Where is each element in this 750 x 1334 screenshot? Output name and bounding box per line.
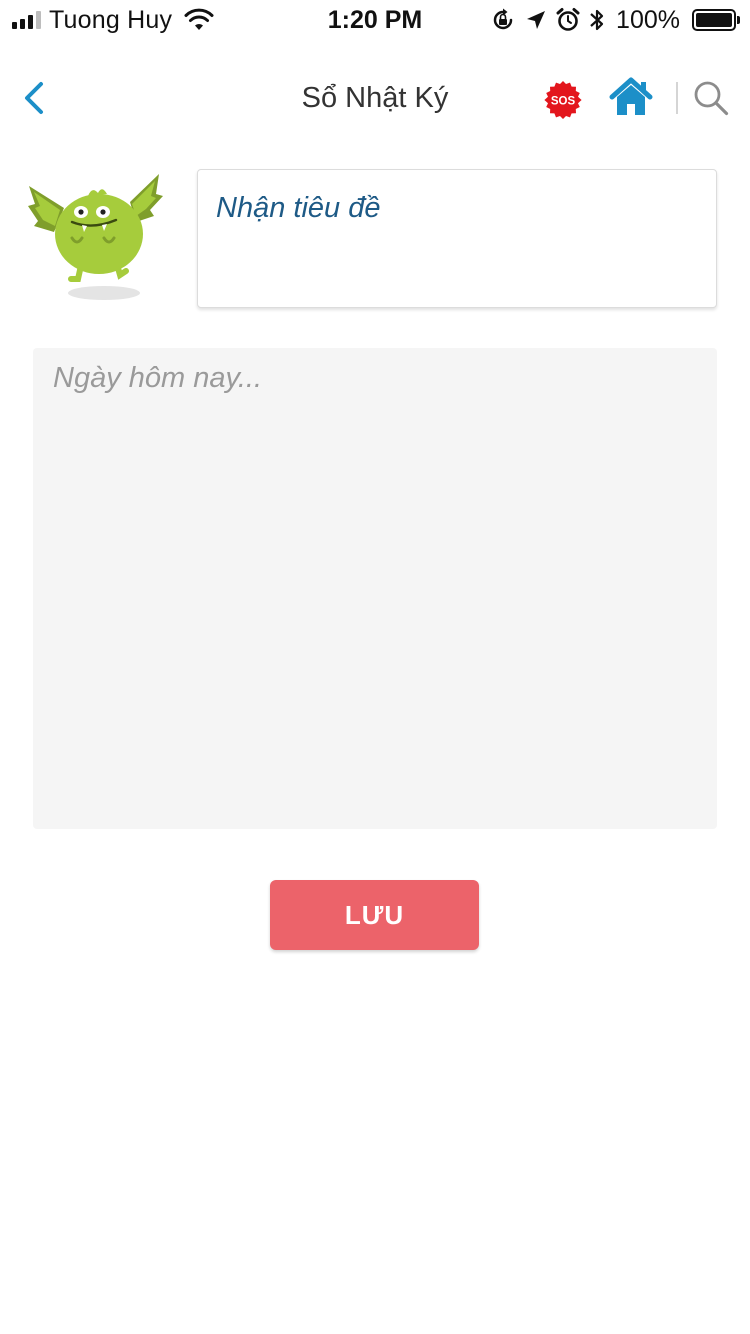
save-button[interactable]: LƯU	[270, 880, 479, 950]
status-right: 100%	[490, 5, 740, 34]
search-icon[interactable]	[693, 80, 729, 116]
battery-icon	[692, 9, 740, 31]
chevron-left-icon	[25, 82, 43, 114]
home-icon[interactable]	[608, 77, 654, 117]
status-bar: Tuong Huy 1:20 PM 100%	[0, 0, 750, 40]
page-title: Sổ Nhật Ký	[301, 82, 449, 114]
battery-fill	[696, 13, 732, 27]
title-input[interactable]	[216, 186, 696, 230]
sos-label: SOS	[551, 96, 576, 108]
diary-body-field[interactable]	[33, 348, 717, 829]
alarm-icon	[556, 8, 580, 31]
battery-percent: 100%	[616, 5, 680, 34]
nav-divider	[676, 82, 678, 114]
diary-body-input[interactable]	[53, 362, 693, 812]
orientation-lock-icon	[493, 8, 513, 30]
nav-bar: Sổ Nhật Ký SOS	[0, 60, 750, 136]
title-field[interactable]	[197, 169, 717, 308]
back-button[interactable]	[14, 78, 54, 118]
sos-button[interactable]: SOS	[543, 80, 583, 120]
location-arrow-icon	[527, 11, 546, 29]
bluetooth-icon	[590, 9, 604, 31]
monster-mascot-icon	[28, 174, 163, 300]
